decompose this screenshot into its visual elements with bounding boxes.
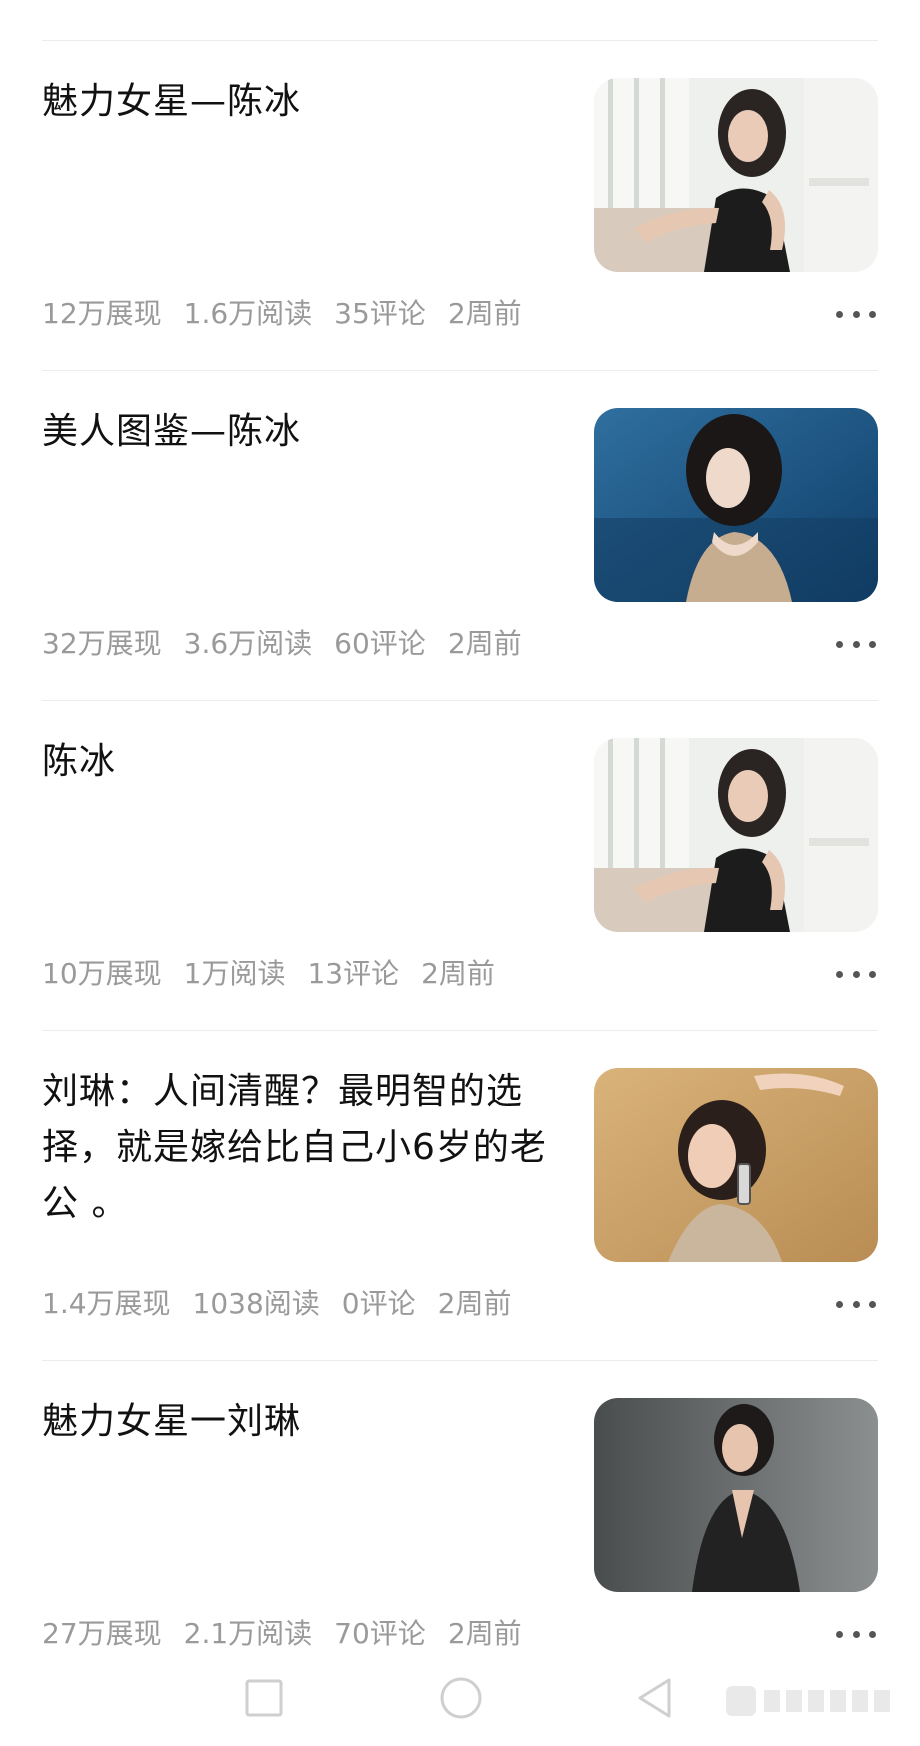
comments-count: 60评论	[334, 627, 426, 660]
reads-count: 1.6万阅读	[183, 297, 313, 330]
article-stats: 10万展现 1万阅读 13评论 2周前	[42, 954, 517, 994]
publish-time: 2周前	[447, 627, 522, 660]
article-card[interactable]: 刘琳：人间清醒？最明智的选择，就是嫁给比自己小6岁的老公 。 1.4万展现 103…	[42, 1031, 878, 1361]
thumbnail-photo	[594, 738, 878, 932]
article-title[interactable]: 魅力女星—陈冰	[42, 74, 562, 130]
article-card[interactable]: 魅力女星—陈冰 12万展现 1.6万阅读 35评论 2周前	[42, 41, 878, 371]
article-thumbnail[interactable]	[594, 1398, 878, 1592]
views-count: 10万展现	[42, 957, 162, 990]
article-stats: 1.4万展现 1038阅读 0评论 2周前	[42, 1284, 533, 1324]
thumbnail-photo	[594, 408, 878, 602]
views-count: 1.4万展现	[42, 1287, 171, 1320]
circle-icon[interactable]	[431, 1668, 491, 1728]
article-card[interactable]: 魅力女星一刘琳 27万展现 2.1万阅读 70评论 2周前	[42, 1361, 878, 1691]
article-thumbnail[interactable]	[594, 738, 878, 932]
article-stats: 32万展现 3.6万阅读 60评论 2周前	[42, 624, 544, 664]
article-stats: 27万展现 2.1万阅读 70评论 2周前	[42, 1614, 544, 1654]
article-stats: 12万展现 1.6万阅读 35评论 2周前	[42, 294, 544, 334]
square-icon[interactable]	[234, 1668, 294, 1728]
article-title[interactable]: 陈冰	[42, 734, 562, 790]
more-horizontal-icon[interactable]	[836, 304, 876, 324]
comments-count: 35评论	[334, 297, 426, 330]
thumbnail-photo	[594, 1398, 878, 1592]
comments-count: 13评论	[307, 957, 400, 990]
views-count: 32万展现	[42, 627, 162, 660]
article-thumbnail[interactable]	[594, 78, 878, 272]
thumbnail-photo	[594, 1068, 878, 1262]
views-count: 27万展现	[42, 1617, 162, 1650]
reads-count: 1038阅读	[192, 1287, 320, 1320]
comments-count: 0评论	[341, 1287, 416, 1320]
watermark-logo	[726, 1686, 890, 1716]
comments-count: 70评论	[334, 1617, 426, 1650]
thumbnail-photo	[594, 78, 878, 272]
views-count: 12万展现	[42, 297, 162, 330]
more-horizontal-icon[interactable]	[836, 964, 876, 984]
article-thumbnail[interactable]	[594, 408, 878, 602]
system-navigation-bar	[0, 1660, 920, 1746]
article-title[interactable]: 魅力女星一刘琳	[42, 1394, 562, 1450]
article-title[interactable]: 美人图鉴—陈冰	[42, 404, 562, 460]
publish-time: 2周前	[447, 297, 522, 330]
article-feed: 魅力女星—陈冰 12万展现 1.6万阅读 35评论 2周前 美人图鉴—陈冰 32…	[42, 40, 878, 1691]
more-horizontal-icon[interactable]	[836, 1624, 876, 1644]
publish-time: 2周前	[447, 1617, 522, 1650]
publish-time: 2周前	[437, 1287, 512, 1320]
reads-count: 1万阅读	[183, 957, 286, 990]
more-horizontal-icon[interactable]	[836, 1294, 876, 1314]
more-horizontal-icon[interactable]	[836, 634, 876, 654]
article-thumbnail[interactable]	[594, 1068, 878, 1262]
article-card[interactable]: 陈冰 10万展现 1万阅读 13评论 2周前	[42, 701, 878, 1031]
article-card[interactable]: 美人图鉴—陈冰 32万展现 3.6万阅读 60评论 2周前	[42, 371, 878, 701]
reads-count: 2.1万阅读	[183, 1617, 313, 1650]
article-title[interactable]: 刘琳：人间清醒？最明智的选择，就是嫁给比自己小6岁的老公 。	[42, 1064, 562, 1232]
publish-time: 2周前	[421, 957, 495, 990]
reads-count: 3.6万阅读	[183, 627, 313, 660]
triangle-back-icon[interactable]	[625, 1668, 685, 1728]
